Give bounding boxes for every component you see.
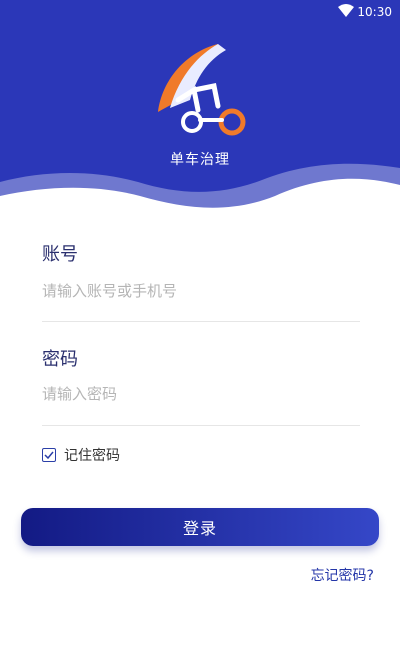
app-name: 单车治理 <box>170 152 230 168</box>
password-divider <box>42 425 360 426</box>
remember-label: 记住密码 <box>64 448 120 464</box>
status-bar: 10:30 <box>0 0 400 24</box>
wifi-icon <box>338 4 354 17</box>
account-divider <box>42 321 360 322</box>
remember-password-toggle[interactable]: 记住密码 <box>42 446 120 464</box>
account-label: 账号 <box>42 244 78 265</box>
password-label: 密码 <box>42 349 78 370</box>
bike-logo-icon <box>158 44 246 136</box>
login-button[interactable]: 登录 <box>21 508 379 546</box>
check-icon <box>44 451 54 459</box>
password-input[interactable] <box>42 377 358 411</box>
remember-checkbox[interactable] <box>42 448 56 462</box>
login-header: 10:30 单车治理 <box>0 0 400 230</box>
status-time: 10:30 <box>357 5 392 19</box>
account-input[interactable] <box>42 274 358 308</box>
forgot-password-link[interactable]: 忘记密码? <box>311 565 374 585</box>
